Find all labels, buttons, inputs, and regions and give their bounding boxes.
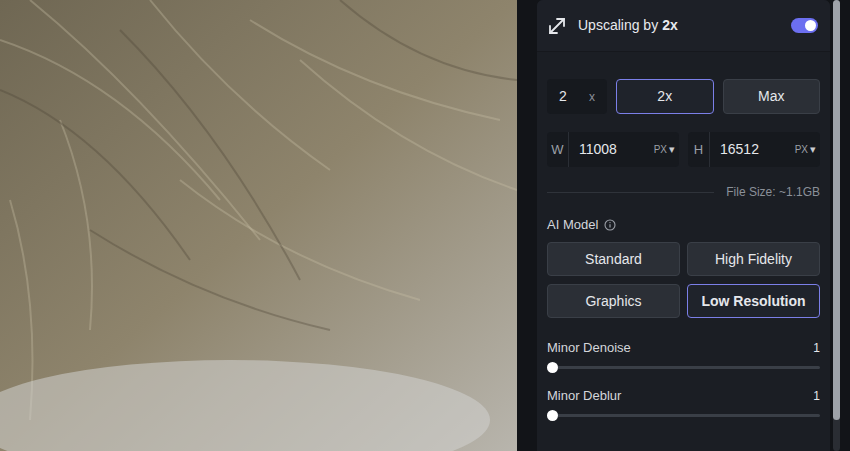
slider-reading: 1 <box>813 339 820 357</box>
panel-title: Upscaling by2x <box>578 15 678 36</box>
scale-row: 2x2xMax <box>547 79 820 114</box>
ai-model-button[interactable]: High Fidelity <box>687 242 820 276</box>
dimension-value[interactable]: 11008 <box>569 132 654 167</box>
title-factor: 2x <box>662 15 678 36</box>
info-icon[interactable] <box>604 219 616 231</box>
slider-label: Minor Deblur <box>547 386 621 406</box>
slider-track[interactable] <box>547 366 820 369</box>
unit-label: PX <box>654 142 667 157</box>
slider-row: Minor Deblur 1 <box>547 388 820 417</box>
scale-value: 2 <box>559 86 567 107</box>
unit-dropdown[interactable]: PX▾ <box>795 132 820 167</box>
slider-track[interactable] <box>547 414 820 417</box>
ai-model-button[interactable]: Standard <box>547 242 680 276</box>
slider-header: Minor Deblur 1 <box>547 388 820 404</box>
dimension-value[interactable]: 16512 <box>710 132 795 167</box>
slider-knob[interactable] <box>547 362 558 373</box>
scale-unit: x <box>589 88 595 106</box>
unit-dropdown[interactable]: PX▾ <box>654 132 679 167</box>
slider-reading: 1 <box>813 387 820 405</box>
upscale-panel: Upscaling by2x2x2xMaxW11008PX▾H16512PX▾F… <box>537 0 830 451</box>
slider-label: Minor Denoise <box>547 338 631 358</box>
file-size-row: File Size: ~1.1GB <box>547 184 820 200</box>
dimension-label: H <box>688 132 710 167</box>
feather-texture <box>0 0 517 451</box>
ai-model-label: AI Model <box>547 215 598 235</box>
dimensions-row: W11008PX▾H16512PX▾ <box>547 132 820 167</box>
photo <box>0 0 517 451</box>
dimension-field[interactable]: W11008PX▾ <box>547 132 679 167</box>
slider-row: Minor Denoise 1 <box>547 340 820 369</box>
dropdown-arrow-icon: ▾ <box>810 141 816 158</box>
ai-model-grid: StandardHigh FidelityGraphicsLow Resolut… <box>547 242 820 318</box>
title-text: Upscaling by <box>578 15 658 36</box>
panel-body: 2x2xMaxW11008PX▾H16512PX▾File Size: ~1.1… <box>537 52 830 417</box>
scrollbar-thumb[interactable] <box>833 0 840 420</box>
ai-model-button[interactable]: Low Resolution <box>687 284 820 318</box>
panel-header: Upscaling by2x <box>537 0 830 52</box>
scrollbar[interactable] <box>833 0 840 451</box>
expand-arrows-icon <box>548 17 566 35</box>
slider-header: Minor Denoise 1 <box>547 340 820 356</box>
toggle-knob <box>805 20 816 31</box>
divider <box>547 192 714 193</box>
dimension-field[interactable]: H16512PX▾ <box>688 132 820 167</box>
scale-input[interactable]: 2x <box>547 79 607 114</box>
upscale-toggle[interactable] <box>791 18 818 33</box>
ai-model-button[interactable]: Graphics <box>547 284 680 318</box>
scale-option-button[interactable]: 2x <box>616 79 714 114</box>
slider-knob[interactable] <box>547 410 558 421</box>
file-size: File Size: ~1.1GB <box>726 183 820 201</box>
unit-label: PX <box>795 142 808 157</box>
dimension-label: W <box>547 132 569 167</box>
ai-model-heading: AI Model <box>547 217 820 233</box>
dropdown-arrow-icon: ▾ <box>669 141 675 158</box>
scale-option-button[interactable]: Max <box>723 79 821 114</box>
